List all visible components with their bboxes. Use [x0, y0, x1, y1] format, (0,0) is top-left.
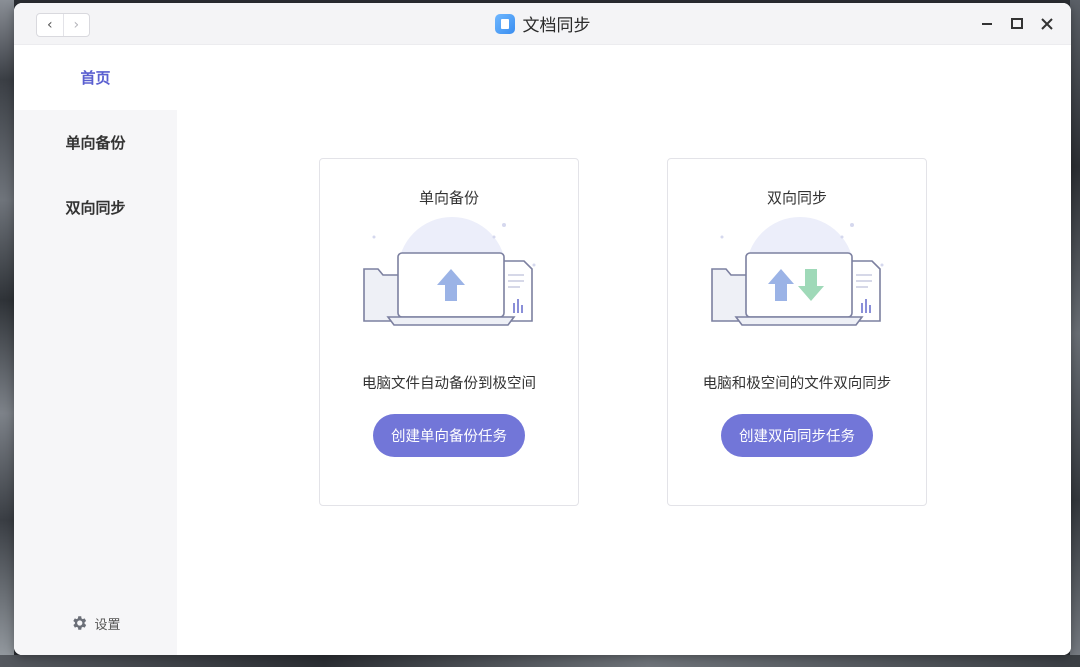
create-one-way-backup-button[interactable]: 创建单向备份任务 [373, 414, 525, 457]
app-window: ‹ › 文档同步 首页 单向备份 双向同步 设置 单向备份 电脑文件自动备份到极… [14, 3, 1071, 655]
desktop-left-edge [0, 0, 14, 667]
maximize-button[interactable] [1007, 14, 1027, 34]
card-title: 双向同步 [766, 189, 827, 207]
one-way-backup-card: 单向备份 电脑文件自动备份到极空间 创建单向备份任务 [319, 158, 579, 506]
card-description: 电脑文件自动备份到极空间 [362, 376, 536, 392]
gear-icon [73, 616, 87, 630]
window-title-text: 文档同步 [522, 16, 591, 36]
main-content: 单向备份 电脑文件自动备份到极空间 创建单向备份任务 双向同步 电脑和极空间的文… [177, 45, 1071, 655]
settings-label: 设置 [94, 617, 121, 633]
sidebar: 首页 单向备份 双向同步 设置 [14, 45, 177, 655]
create-two-way-sync-button[interactable]: 创建双向同步任务 [721, 414, 873, 457]
two-way-sync-card: 双向同步 电脑和极空间的文件双向同步 创建双向同步任务 [667, 158, 927, 506]
title-bar: ‹ › 文档同步 [14, 3, 1071, 45]
minimize-icon [982, 22, 992, 25]
close-icon [1041, 17, 1053, 30]
two-way-sync-illustration-icon [711, 217, 884, 326]
sidebar-item-home[interactable]: 首页 [14, 45, 177, 110]
upload-illustration-icon [363, 217, 536, 326]
desktop-bottom-edge [0, 655, 1080, 667]
card-description: 电脑和极空间的文件双向同步 [702, 376, 892, 392]
settings-button[interactable]: 设置 [14, 611, 177, 635]
desktop-right-edge [1070, 0, 1080, 667]
window-title: 文档同步 [14, 3, 1071, 44]
minimize-button[interactable] [977, 14, 997, 34]
close-button[interactable] [1037, 14, 1057, 34]
card-title: 单向备份 [418, 189, 479, 207]
sidebar-item-two-way-sync[interactable]: 双向同步 [14, 175, 177, 240]
app-logo-icon [494, 13, 515, 34]
maximize-icon [1011, 17, 1023, 29]
window-controls [977, 3, 1057, 44]
sidebar-item-one-way-backup[interactable]: 单向备份 [14, 110, 177, 175]
